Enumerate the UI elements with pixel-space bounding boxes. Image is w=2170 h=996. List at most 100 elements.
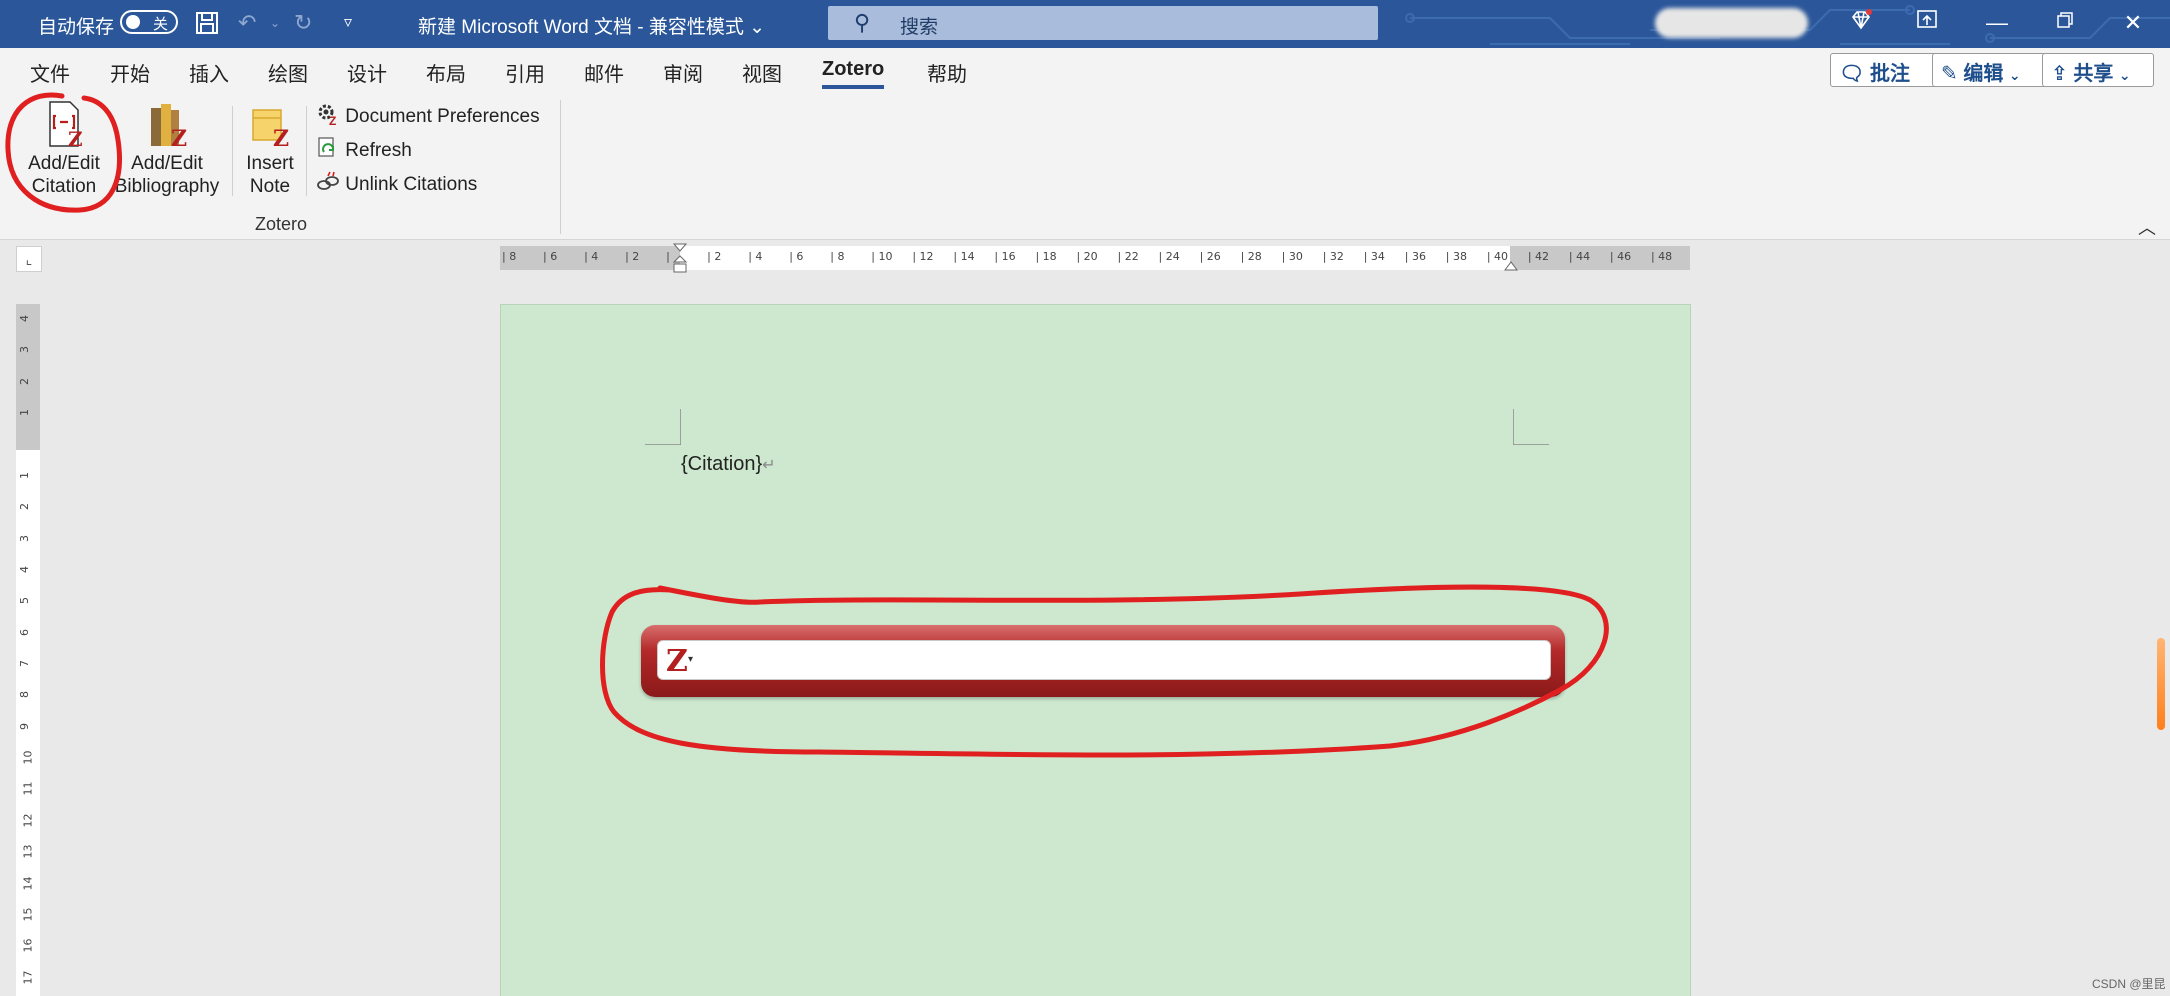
autosave-label: 自动保存 xyxy=(38,17,115,38)
ruler-tick: | 18 xyxy=(1035,250,1057,263)
ruler-tick: | 2 xyxy=(625,250,640,263)
chevron-down-icon: ⌄ xyxy=(2008,67,2021,83)
vertical-ruler-tick: 13 xyxy=(21,844,35,859)
refresh-icon xyxy=(316,136,340,166)
vertical-ruler-tick: 17 xyxy=(21,970,35,985)
ribbon-display-icon[interactable] xyxy=(1912,8,1942,38)
svg-text:Z: Z xyxy=(329,114,336,126)
svg-text:Z: Z xyxy=(273,126,289,150)
collapse-ribbon-icon[interactable]: ︿ xyxy=(2138,214,2156,240)
vertical-ruler-tick: 1 xyxy=(18,409,31,417)
tab-view[interactable]: 视图 xyxy=(742,58,782,87)
horizontal-ruler[interactable]: | 8 | 6 | 4 | 2 | | 2 | 4 | 6 | 8 | 10 |… xyxy=(500,243,1690,273)
unlink-citations-button[interactable]: Unlink Citations xyxy=(316,170,477,200)
ruler-tick: | 22 xyxy=(1117,250,1139,263)
zotero-menu-caret-icon[interactable]: ▾ xyxy=(688,654,693,665)
ruler-tick: | 32 xyxy=(1322,250,1344,263)
note-icon: Z xyxy=(252,109,289,150)
scrollbar-thumb[interactable] xyxy=(2157,638,2165,730)
document-title[interactable]: 新建 Microsoft Word 文档 - 兼容性模式 ⌄ xyxy=(418,12,765,39)
ruler-tick: | 28 xyxy=(1240,250,1262,263)
vertical-ruler-tick: 14 xyxy=(21,876,35,891)
ruler-tick: | 4 xyxy=(748,250,763,263)
document-preferences-button[interactable]: Z Document Preferences xyxy=(316,102,540,132)
vertical-ruler-tick: 10 xyxy=(21,750,35,765)
tab-layout[interactable]: 布局 xyxy=(426,58,466,87)
redo-icon[interactable]: ↻ xyxy=(294,10,312,36)
user-account[interactable] xyxy=(1655,8,1808,38)
vertical-ruler-tick: 2 xyxy=(18,503,31,511)
share-icon: ⇪ xyxy=(2051,63,2068,85)
svg-text:Z: Z xyxy=(171,126,187,150)
add-edit-bibliography-button[interactable]: Z Add/Edit Bibliography xyxy=(110,100,224,198)
customize-toolbar-icon[interactable]: ▿ xyxy=(344,10,352,36)
vertical-ruler-tick: 3 xyxy=(18,534,31,542)
citation-placeholder[interactable]: {Citation}↵ xyxy=(681,453,776,476)
diamond-icon[interactable] xyxy=(1846,8,1876,38)
share-button[interactable]: ⇪ 共享 ⌄ xyxy=(2042,53,2154,87)
restore-icon[interactable] xyxy=(2050,8,2080,38)
ruler-tick: | 8 xyxy=(830,250,845,263)
pencil-icon: ✎ xyxy=(1941,63,1958,85)
undo-dropdown-icon[interactable]: ⌄ xyxy=(270,10,280,36)
indent-marker-icon[interactable] xyxy=(672,242,688,278)
document-work-area: ⌞ | 8 | 6 | 4 | 2 | | 2 | 4 | 6 | 8 | 10… xyxy=(0,240,2170,996)
tab-design[interactable]: 设计 xyxy=(347,58,387,87)
ruler-tick: | 30 xyxy=(1281,250,1303,263)
ribbon-separator xyxy=(306,106,307,196)
tab-references[interactable]: 引用 xyxy=(505,58,545,87)
ruler-tick: | 10 xyxy=(871,250,893,263)
gear-icon: Z xyxy=(316,102,340,132)
undo-icon[interactable]: ↶ xyxy=(238,10,256,36)
tab-draw[interactable]: 绘图 xyxy=(268,58,308,87)
vertical-ruler[interactable]: 4 3 2 1 1 2 3 4 5 6 7 8 9 10 11 12 13 14 15 16 17 xyxy=(16,304,40,996)
ruler-tick: | 6 xyxy=(543,250,558,263)
tab-file[interactable]: 文件 xyxy=(30,58,70,87)
ruler-tick: | 12 xyxy=(912,250,934,263)
ruler-tick: | 8 xyxy=(502,250,517,263)
tab-insert[interactable]: 插入 xyxy=(189,58,229,87)
close-icon[interactable]: ✕ xyxy=(2118,8,2148,38)
ruler-tick: | 20 xyxy=(1076,250,1098,263)
add-edit-citation-button[interactable]: Z Add/Edit Citation xyxy=(20,100,108,198)
refresh-button[interactable]: Refresh xyxy=(316,136,412,166)
ruler-tick: | 24 xyxy=(1158,250,1180,263)
bibliography-icon: Z xyxy=(151,104,187,150)
vertical-ruler-tick: 7 xyxy=(18,660,31,667)
tab-mailings[interactable]: 邮件 xyxy=(584,58,624,87)
document-page[interactable]: {Citation}↵ Z ▾ xyxy=(500,304,1691,996)
tab-review[interactable]: 审阅 xyxy=(663,58,703,87)
margin-corner-top-right xyxy=(1513,409,1549,445)
ruler-tick: | 16 xyxy=(994,250,1016,263)
zotero-logo-icon[interactable]: Z xyxy=(666,644,688,679)
ruler-tick: | 6 xyxy=(789,250,804,263)
minimize-icon[interactable]: — xyxy=(1982,8,2012,38)
tab-home[interactable]: 开始 xyxy=(110,58,150,87)
ruler-tick: | 36 xyxy=(1404,250,1426,263)
right-indent-marker-icon[interactable] xyxy=(1503,256,1519,272)
save-icon[interactable] xyxy=(194,10,220,42)
insert-note-button[interactable]: Z Insert Note xyxy=(240,100,300,198)
unlink-icon xyxy=(316,170,340,200)
paragraph-mark: ↵ xyxy=(762,457,776,474)
autosave-toggle[interactable]: 关 xyxy=(120,10,178,34)
tab-selector[interactable]: ⌞ xyxy=(16,246,42,272)
tab-help[interactable]: 帮助 xyxy=(927,58,967,87)
title-bar: 自动保存 关 ↶ ⌄ ↻ ▿ 新建 Microsoft Word 文档 - 兼容… xyxy=(0,0,2170,48)
ruler-tick: | 34 xyxy=(1363,250,1385,263)
vertical-ruler-tick: 15 xyxy=(21,907,35,922)
vertical-ruler-tick: 5 xyxy=(18,597,31,605)
search-input[interactable]: ⚲ 搜索 xyxy=(828,6,1378,40)
tab-zotero[interactable]: Zotero xyxy=(822,58,885,89)
ribbon-separator xyxy=(232,106,233,196)
ribbon-group-divider xyxy=(560,100,561,234)
ruler-tick: | 48 xyxy=(1650,250,1673,263)
vertical-ruler-tick: 3 xyxy=(18,346,31,354)
svg-text:Z: Z xyxy=(68,127,83,150)
ruler-tick: | 38 xyxy=(1445,250,1467,263)
zotero-quick-format-bar: Z ▾ xyxy=(641,625,1565,697)
search-placeholder: 搜索 xyxy=(900,17,939,38)
citation-search-input[interactable]: Z ▾ xyxy=(657,640,1551,680)
vertical-ruler-tick: 11 xyxy=(21,781,35,796)
margin-corner-top-left xyxy=(645,409,681,445)
